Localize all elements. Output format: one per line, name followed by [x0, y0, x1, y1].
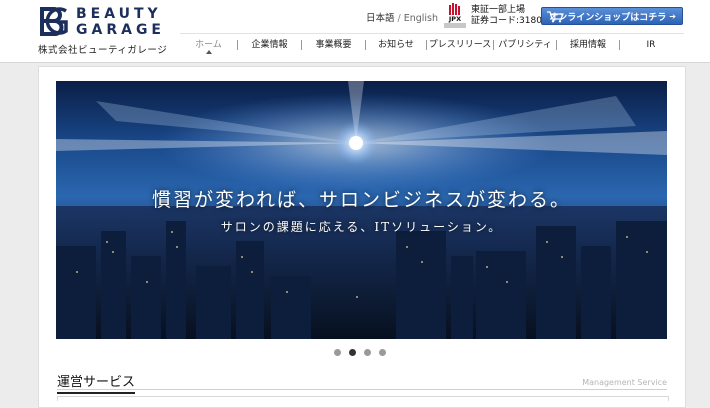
section-divider	[57, 389, 667, 390]
nav-item-business[interactable]: 事業概要	[302, 34, 365, 56]
slider-dot[interactable]	[364, 349, 371, 356]
nav-item-news[interactable]: お知らせ	[366, 34, 426, 56]
brand-line2: GARAGE	[76, 22, 165, 38]
section-subtitle: Management Service	[582, 378, 667, 387]
nav-item-recruit[interactable]: 採用情報	[557, 34, 619, 56]
stock-listing: 東証一部上場 証券コード:3180	[471, 5, 542, 27]
lang-separator: /	[397, 13, 401, 24]
brand-name: BEAUTY GARAGE	[76, 6, 165, 38]
slider-dot[interactable]	[379, 349, 386, 356]
jpx-sub-strip	[444, 23, 466, 28]
online-shop-button[interactable]: オンラインショップはコチラ ➔	[541, 7, 683, 25]
section-title: 運営サービス	[57, 371, 136, 394]
lang-en-link[interactable]: English	[404, 13, 438, 24]
jpx-label: JPX	[448, 15, 462, 23]
nav-item-ir[interactable]: IR	[620, 34, 682, 56]
bg-logo-icon	[40, 7, 68, 36]
company-name: 株式会社ビューティガレージ	[38, 45, 168, 56]
main-content: 慣習が変われば、サロンビジネスが変わる。 サロンの課題に応える、ITソリューショ…	[38, 66, 686, 408]
language-switcher: 日本語 / English	[366, 10, 438, 24]
site-header: BEAUTY GARAGE 株式会社ビューティガレージ 日本語 / English …	[0, 0, 710, 63]
jpx-bars-icon	[449, 3, 460, 15]
hero-subline: サロンの課題に応える、ITソリューション。	[220, 220, 503, 234]
service-card[interactable]	[57, 396, 669, 401]
hero-slider[interactable]: 慣習が変われば、サロンビジネスが変わる。 サロンの課題に応える、ITソリューショ…	[56, 81, 667, 339]
cart-icon	[547, 11, 564, 23]
jpx-logo: JPX	[444, 3, 466, 29]
brand-line1: BEAUTY	[76, 6, 162, 22]
logo[interactable]: BEAUTY GARAGE 株式会社ビューティガレージ	[38, 5, 167, 56]
slider-pagination	[334, 349, 394, 359]
online-shop-label: オンラインショップはコチラ	[549, 12, 667, 23]
slider-dot[interactable]	[334, 349, 341, 356]
hero-headline: 慣習が変われば、サロンビジネスが変わる。	[151, 189, 572, 211]
slider-dot-active[interactable]	[349, 349, 356, 356]
nav-item-press[interactable]: プレスリリース	[427, 34, 493, 56]
listing-market: 東証一部上場	[471, 5, 526, 15]
nav-item-publicity[interactable]: パブリシティ	[494, 34, 556, 56]
nav-item-company[interactable]: 企業情報	[238, 34, 301, 56]
arrow-right-icon: ➔	[669, 11, 676, 21]
main-nav: ホーム 企業情報 事業概要 お知らせ プレスリリース パブリシティ 採用情報 I…	[180, 33, 684, 56]
listing-code: 証券コード:3180	[471, 16, 542, 26]
lang-ja-link[interactable]: 日本語	[366, 13, 395, 24]
nav-item-home[interactable]: ホーム	[180, 34, 237, 56]
